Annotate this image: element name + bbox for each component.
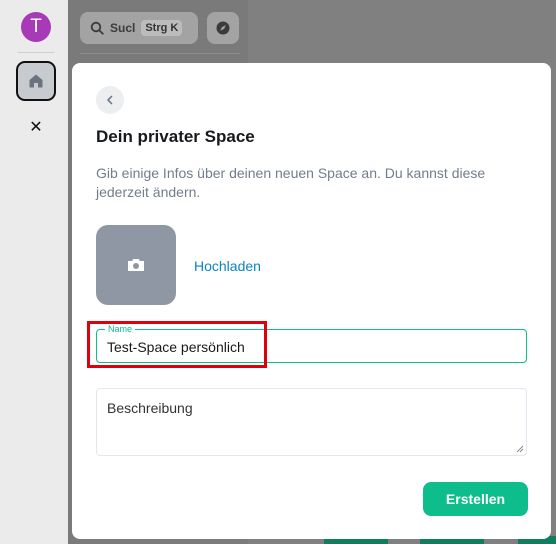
camera-icon xyxy=(128,259,144,271)
back-button[interactable] xyxy=(96,86,124,114)
space-name-input[interactable]: Test-Space persönlich xyxy=(107,339,245,355)
space-name-label: Name xyxy=(105,323,136,335)
create-space-dialog: Dein privater Space Gib einige Infos übe… xyxy=(72,63,551,539)
explore-rooms-button[interactable] xyxy=(207,12,239,44)
space-rail: T ✕ xyxy=(0,0,68,544)
search-button[interactable]: Sucl Strg K xyxy=(80,12,198,44)
search-icon xyxy=(90,21,104,35)
chevron-left-icon xyxy=(107,95,113,105)
search-shortcut-badge: Strg K xyxy=(141,20,183,36)
close-icon[interactable]: ✕ xyxy=(26,118,46,138)
resize-grip-icon[interactable] xyxy=(516,445,524,453)
space-name-field[interactable]: Name Test-Space persönlich xyxy=(96,323,527,363)
home-button[interactable] xyxy=(16,61,56,101)
space-avatar-upload[interactable] xyxy=(96,225,176,305)
compass-icon xyxy=(216,21,230,35)
search-label: Sucl xyxy=(110,21,136,35)
user-avatar[interactable]: T xyxy=(21,12,51,42)
sidebar-divider xyxy=(80,53,240,54)
dialog-title: Dein privater Space xyxy=(96,127,255,146)
space-description-field[interactable]: Beschreibung xyxy=(96,388,527,456)
upload-link[interactable]: Hochladen xyxy=(194,258,261,274)
rail-divider xyxy=(18,52,54,53)
home-icon xyxy=(29,74,43,88)
create-button[interactable]: Erstellen xyxy=(423,482,528,516)
description-placeholder: Beschreibung xyxy=(107,400,193,416)
dialog-subtitle: Gib einige Infos über deinen neuen Space… xyxy=(96,165,486,200)
